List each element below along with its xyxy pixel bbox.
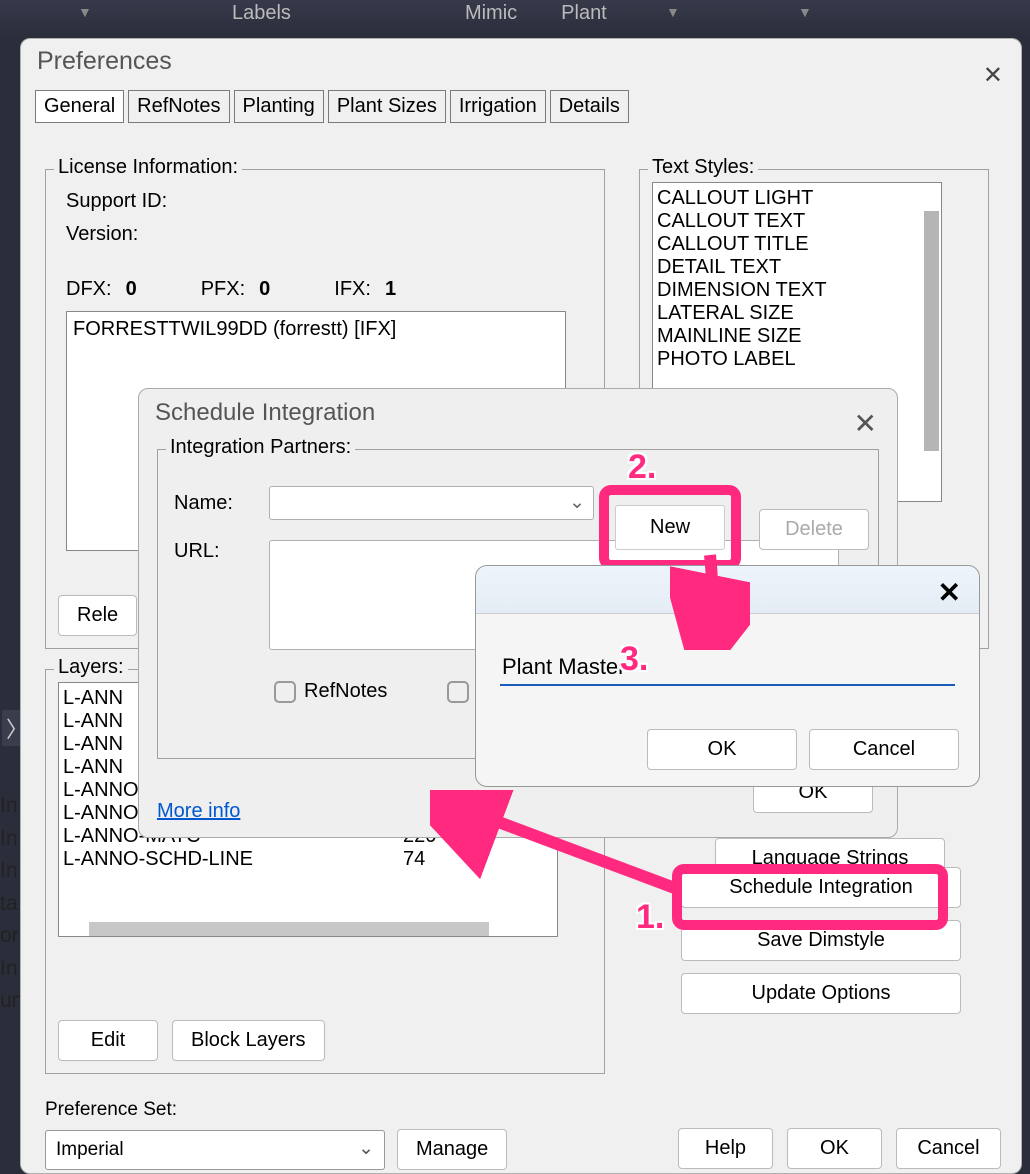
new-button[interactable]: New <box>615 505 725 550</box>
list-item[interactable]: DETAIL TEXT <box>657 256 937 279</box>
dfx-value: 0 <box>126 278 137 301</box>
tab-general[interactable]: General <box>35 90 124 123</box>
background-text-fragment: InInIntaorInun <box>0 790 22 1018</box>
name-input[interactable] <box>500 650 955 686</box>
cancel-button[interactable]: Cancel <box>809 729 959 770</box>
preference-set-label: Preference Set: <box>45 1099 507 1121</box>
name-entry-dialog: ✕ OK Cancel <box>475 565 980 787</box>
ifx-label: IFX: <box>334 278 371 301</box>
help-button[interactable]: Help <box>678 1128 773 1169</box>
scrollbar-horizontal[interactable] <box>89 922 489 937</box>
ribbon-labels[interactable]: Labels <box>230 0 293 27</box>
list-item[interactable]: PHOTO LABEL <box>657 348 937 371</box>
tab-plant-sizes[interactable]: Plant Sizes <box>328 90 446 123</box>
ribbon-mimic[interactable]: Mimic <box>463 0 519 27</box>
delete-button: Delete <box>759 509 869 550</box>
layers-legend: Layers: <box>54 656 128 679</box>
list-item[interactable]: CALLOUT TEXT <box>657 210 937 233</box>
pfx-label: PFX: <box>201 278 245 301</box>
list-item[interactable]: LATERAL SIZE <box>657 302 937 325</box>
tab-refnotes[interactable]: RefNotes <box>128 90 229 123</box>
support-id-label: Support ID: <box>66 190 584 213</box>
close-icon[interactable]: ✕ <box>983 61 1003 90</box>
save-dimstyle-button[interactable]: Save Dimstyle <box>681 920 961 961</box>
table-row[interactable]: L-ANNO-SCHD-LINE74 <box>63 848 553 871</box>
scrollbar-vertical[interactable] <box>924 211 939 451</box>
version-label: Version: <box>66 223 584 246</box>
ok-button[interactable]: OK <box>787 1128 882 1169</box>
manage-button[interactable]: Manage <box>397 1129 507 1170</box>
dialog-title: Preferences <box>21 39 1021 84</box>
list-item[interactable]: CALLOUT LIGHT <box>657 187 937 210</box>
release-button[interactable]: Rele <box>58 595 137 636</box>
pfx-value: 0 <box>259 278 270 301</box>
textstyles-legend: Text Styles: <box>648 156 758 179</box>
ribbon-bar: Labels Mimic Plant <box>0 0 1030 38</box>
license-entry[interactable]: FORRESTTWIL99DD (forrestt) [IFX] <box>73 318 396 340</box>
edit-button[interactable]: Edit <box>58 1020 158 1061</box>
list-item[interactable]: CALLOUT TITLE <box>657 233 937 256</box>
tab-details[interactable]: Details <box>550 90 629 123</box>
dialog-title: Schedule Integration <box>139 389 897 437</box>
schedule-integration-button[interactable]: Schedule Integration <box>681 867 961 908</box>
list-item[interactable]: DIMENSION TEXT <box>657 279 937 302</box>
name-select[interactable] <box>269 486 594 520</box>
chevron-down-icon: ▼ <box>798 4 812 20</box>
tab-planting[interactable]: Planting <box>234 90 324 123</box>
ribbon-plant[interactable]: Plant <box>559 0 609 27</box>
close-icon[interactable]: ✕ <box>938 576 961 609</box>
annotation-highlight-new: New <box>599 485 741 570</box>
list-item[interactable]: MAINLINE SIZE <box>657 325 937 348</box>
ok-button[interactable]: OK <box>647 729 797 770</box>
close-icon[interactable]: ✕ <box>854 407 877 440</box>
name-label: Name: <box>174 492 239 515</box>
license-legend: License Information: <box>54 156 242 179</box>
url-label: URL: <box>174 540 239 563</box>
chevron-down-icon: ▼ <box>666 4 680 20</box>
refnotes-checkbox[interactable]: RefNotes <box>274 680 387 703</box>
preference-set-select[interactable]: Imperial <box>45 1130 385 1170</box>
cancel-button[interactable]: Cancel <box>896 1128 1001 1169</box>
chevron-down-icon: ▼ <box>78 4 92 20</box>
dfx-label: DFX: <box>66 278 112 301</box>
tab-bar: General RefNotes Planting Plant Sizes Ir… <box>21 84 1021 129</box>
more-info-link[interactable]: More info <box>157 800 240 823</box>
ifx-value: 1 <box>385 278 396 301</box>
integration-legend: Integration Partners: <box>166 436 355 459</box>
dialog-titlebar[interactable] <box>476 566 979 614</box>
update-options-button[interactable]: Update Options <box>681 973 961 1014</box>
tab-irrigation[interactable]: Irrigation <box>450 90 546 123</box>
block-layers-button[interactable]: Block Layers <box>172 1020 325 1061</box>
